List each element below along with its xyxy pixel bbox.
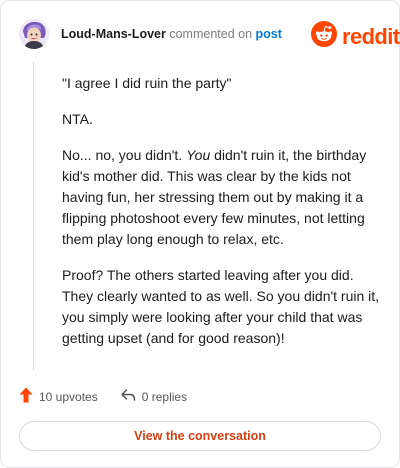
reddit-wordmark: reddit xyxy=(342,23,400,49)
emphasis-text: You xyxy=(186,147,211,163)
reply-count[interactable]: 0 replies xyxy=(120,388,187,405)
comment-header: Loud-Mans-Lover commented on post xyxy=(61,27,282,41)
post-link[interactable]: post xyxy=(256,27,282,41)
username[interactable]: Loud-Mans-Lover xyxy=(61,27,166,41)
upvote-count[interactable]: 10 upvotes xyxy=(19,387,98,406)
comment-quote: "I agree I did ruin the party" xyxy=(62,75,232,91)
comment-stats: 10 upvotes 0 replies xyxy=(19,387,187,406)
comment-body: "I agree I did ruin the party" NTA. No..… xyxy=(62,73,380,364)
reddit-logo[interactable]: reddit xyxy=(311,21,400,52)
thread-line xyxy=(33,61,34,371)
upvote-arrow-icon xyxy=(19,387,33,406)
comment-paragraph: No... no, you didn't. You didn't ruin it… xyxy=(62,147,367,247)
replies-label: 0 replies xyxy=(141,389,188,404)
view-conversation-button[interactable]: View the conversation xyxy=(19,421,381,451)
avatar[interactable] xyxy=(19,19,49,49)
comment-card: Loud-Mans-Lover commented on post reddit… xyxy=(0,0,400,468)
reddit-snoo-icon xyxy=(311,21,337,52)
reply-icon xyxy=(120,388,136,405)
comment-verdict: NTA. xyxy=(62,111,93,127)
action-text: commented on xyxy=(169,27,253,41)
comment-paragraph: Proof? The others started leaving after … xyxy=(62,267,380,346)
upvotes-label: 10 upvotes xyxy=(39,389,98,404)
